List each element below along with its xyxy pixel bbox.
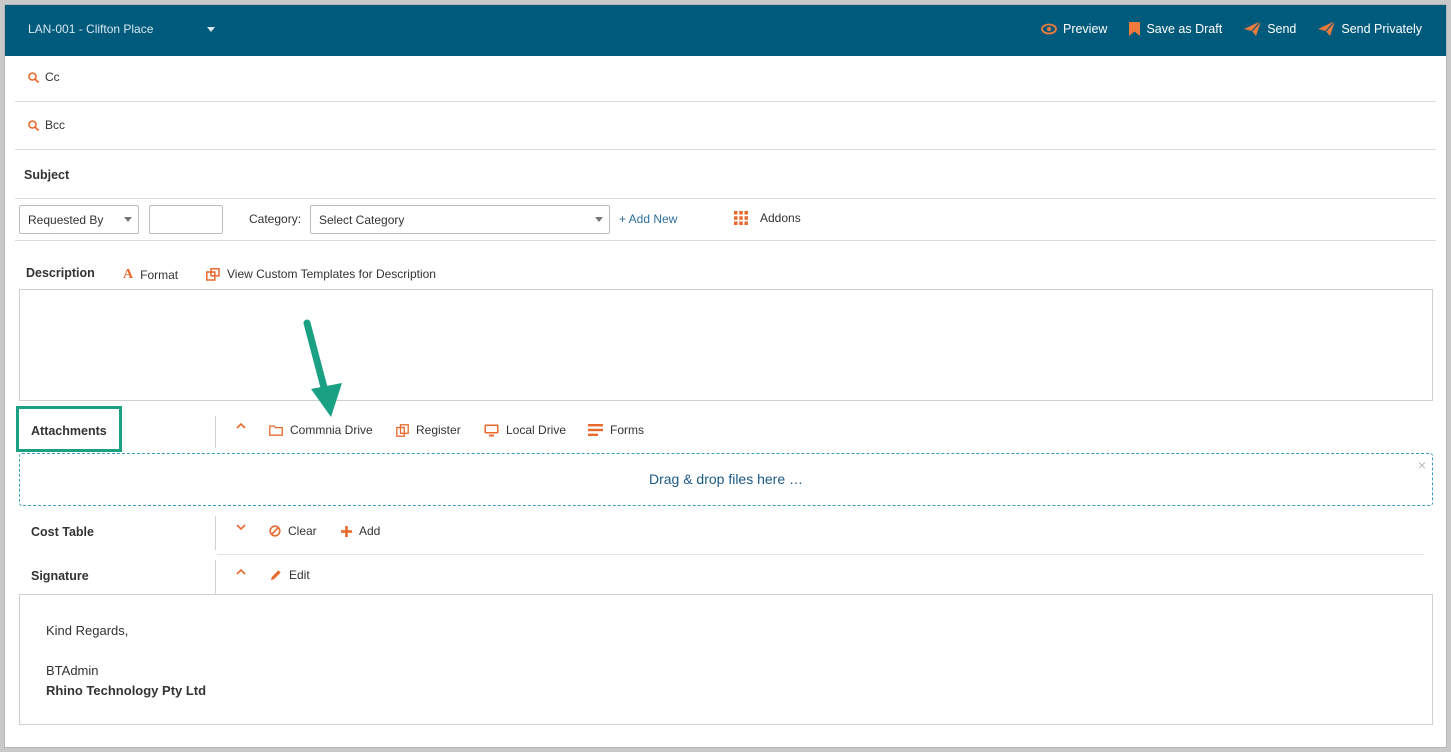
edit-label: Edit <box>289 568 310 582</box>
divider <box>215 560 216 594</box>
requested-by-value: Requested By <box>28 213 104 227</box>
grid-icon <box>734 211 748 225</box>
category-select[interactable]: Select Category <box>310 205 610 234</box>
category-value: Select Category <box>319 213 405 227</box>
bcc-label: Bcc <box>45 118 66 132</box>
requested-by-input[interactable] <box>149 205 223 234</box>
copy-icon <box>396 423 409 437</box>
signature-name: BTAdmin <box>46 663 99 678</box>
register-label: Register <box>416 423 461 437</box>
requested-by-select[interactable]: Requested By <box>19 205 139 234</box>
addons-label: Addons <box>760 211 801 225</box>
dropzone-text: Drag & drop files here … <box>648 471 804 487</box>
eye-icon <box>1041 23 1057 34</box>
preview-label: Preview <box>1062 21 1108 36</box>
save-draft-button[interactable]: Save as Draft <box>1129 21 1222 36</box>
category-label: Category: <box>249 212 302 226</box>
annotation-arrow <box>303 319 342 417</box>
list-form-icon <box>588 424 603 436</box>
clear-label: Clear <box>288 524 317 538</box>
chevron-down-icon <box>124 217 132 222</box>
search-icon <box>28 119 39 131</box>
edit-signature-button[interactable]: Edit <box>270 568 310 582</box>
clear-cost-table-button[interactable]: Clear <box>269 524 317 538</box>
local-drive-button[interactable]: Local Drive <box>484 423 566 437</box>
divider <box>15 240 1436 241</box>
forms-label: Forms <box>610 423 644 437</box>
chevron-up-icon <box>236 568 246 575</box>
signature-greeting: Kind Regards, <box>46 623 129 638</box>
divider <box>215 516 216 550</box>
addons-button[interactable]: Addons <box>734 211 801 225</box>
divider <box>15 198 1436 199</box>
commnia-drive-button[interactable]: Commnia Drive <box>269 423 373 437</box>
chevron-down-icon <box>207 26 216 32</box>
bcc-field[interactable]: Bcc <box>28 118 65 132</box>
add-cost-row-button[interactable]: Add <box>341 524 380 538</box>
send-label: Send <box>1267 21 1297 36</box>
collapse-attachments-button[interactable] <box>236 422 246 429</box>
close-icon[interactable]: × <box>1418 457 1426 473</box>
divider <box>217 554 1424 555</box>
divider <box>15 149 1436 150</box>
chevron-up-icon <box>236 422 246 429</box>
send-privately-button[interactable]: Send Privately <box>1318 21 1422 36</box>
paper-plane-icon <box>1244 21 1262 36</box>
preview-button[interactable]: Preview <box>1041 21 1107 36</box>
format-label: Format <box>140 268 179 282</box>
project-selector[interactable]: LAN-001 - Clifton Place <box>28 22 216 36</box>
add-label: Add <box>359 524 381 538</box>
save-draft-label: Save as Draft <box>1146 21 1223 36</box>
add-new-label: + Add New <box>619 212 678 226</box>
plus-icon <box>341 525 352 537</box>
paper-plane-icon <box>1318 21 1336 36</box>
signature-label: Signature <box>31 569 89 583</box>
send-privately-label: Send Privately <box>1341 21 1422 36</box>
signature-company: Rhino Technology Pty Ltd <box>46 683 207 698</box>
chevron-down-icon <box>236 524 246 531</box>
email-compose-window: LAN-001 - Clifton Place Preview Save as … <box>4 4 1447 748</box>
ban-icon <box>269 525 281 537</box>
view-templates-button[interactable]: View Custom Templates for Description <box>206 267 436 281</box>
add-new-category-link[interactable]: + Add New <box>619 212 677 226</box>
divider <box>15 101 1436 102</box>
external-window-icon <box>206 267 220 281</box>
cost-table-label: Cost Table <box>31 525 94 539</box>
forms-button[interactable]: Forms <box>588 423 644 437</box>
subject-field[interactable]: Subject <box>24 168 69 182</box>
description-editor[interactable] <box>19 289 1433 401</box>
toolbar-actions: Preview Save as Draft Send Send Privatel… <box>1041 21 1422 36</box>
commnia-drive-label: Commnia Drive <box>290 423 373 437</box>
project-name: LAN-001 - Clifton Place <box>28 22 154 36</box>
bookmark-icon <box>1129 21 1141 36</box>
cc-field[interactable]: Cc <box>28 70 60 84</box>
cc-label: Cc <box>45 70 60 84</box>
register-button[interactable]: Register <box>396 423 461 437</box>
monitor-icon <box>484 424 499 436</box>
pencil-icon <box>271 570 281 580</box>
search-icon <box>28 71 39 83</box>
expand-cost-table-button[interactable] <box>236 524 246 531</box>
templates-label: View Custom Templates for Description <box>227 267 436 281</box>
local-drive-label: Local Drive <box>506 423 567 437</box>
chevron-down-icon <box>595 217 603 222</box>
signature-box: Kind Regards, BTAdmin Rhino Technology P… <box>19 594 1433 725</box>
top-bar: LAN-001 - Clifton Place Preview Save as … <box>5 5 1446 56</box>
divider <box>215 416 216 448</box>
send-button[interactable]: Send <box>1244 21 1296 36</box>
attachments-label: Attachments <box>31 424 107 438</box>
font-format-icon: A <box>123 267 134 282</box>
format-button[interactable]: A Format <box>123 267 178 283</box>
collapse-signature-button[interactable] <box>236 568 246 575</box>
file-dropzone[interactable]: Drag & drop files here … × <box>19 453 1433 506</box>
folder-icon <box>269 424 283 436</box>
description-label: Description <box>26 266 95 280</box>
